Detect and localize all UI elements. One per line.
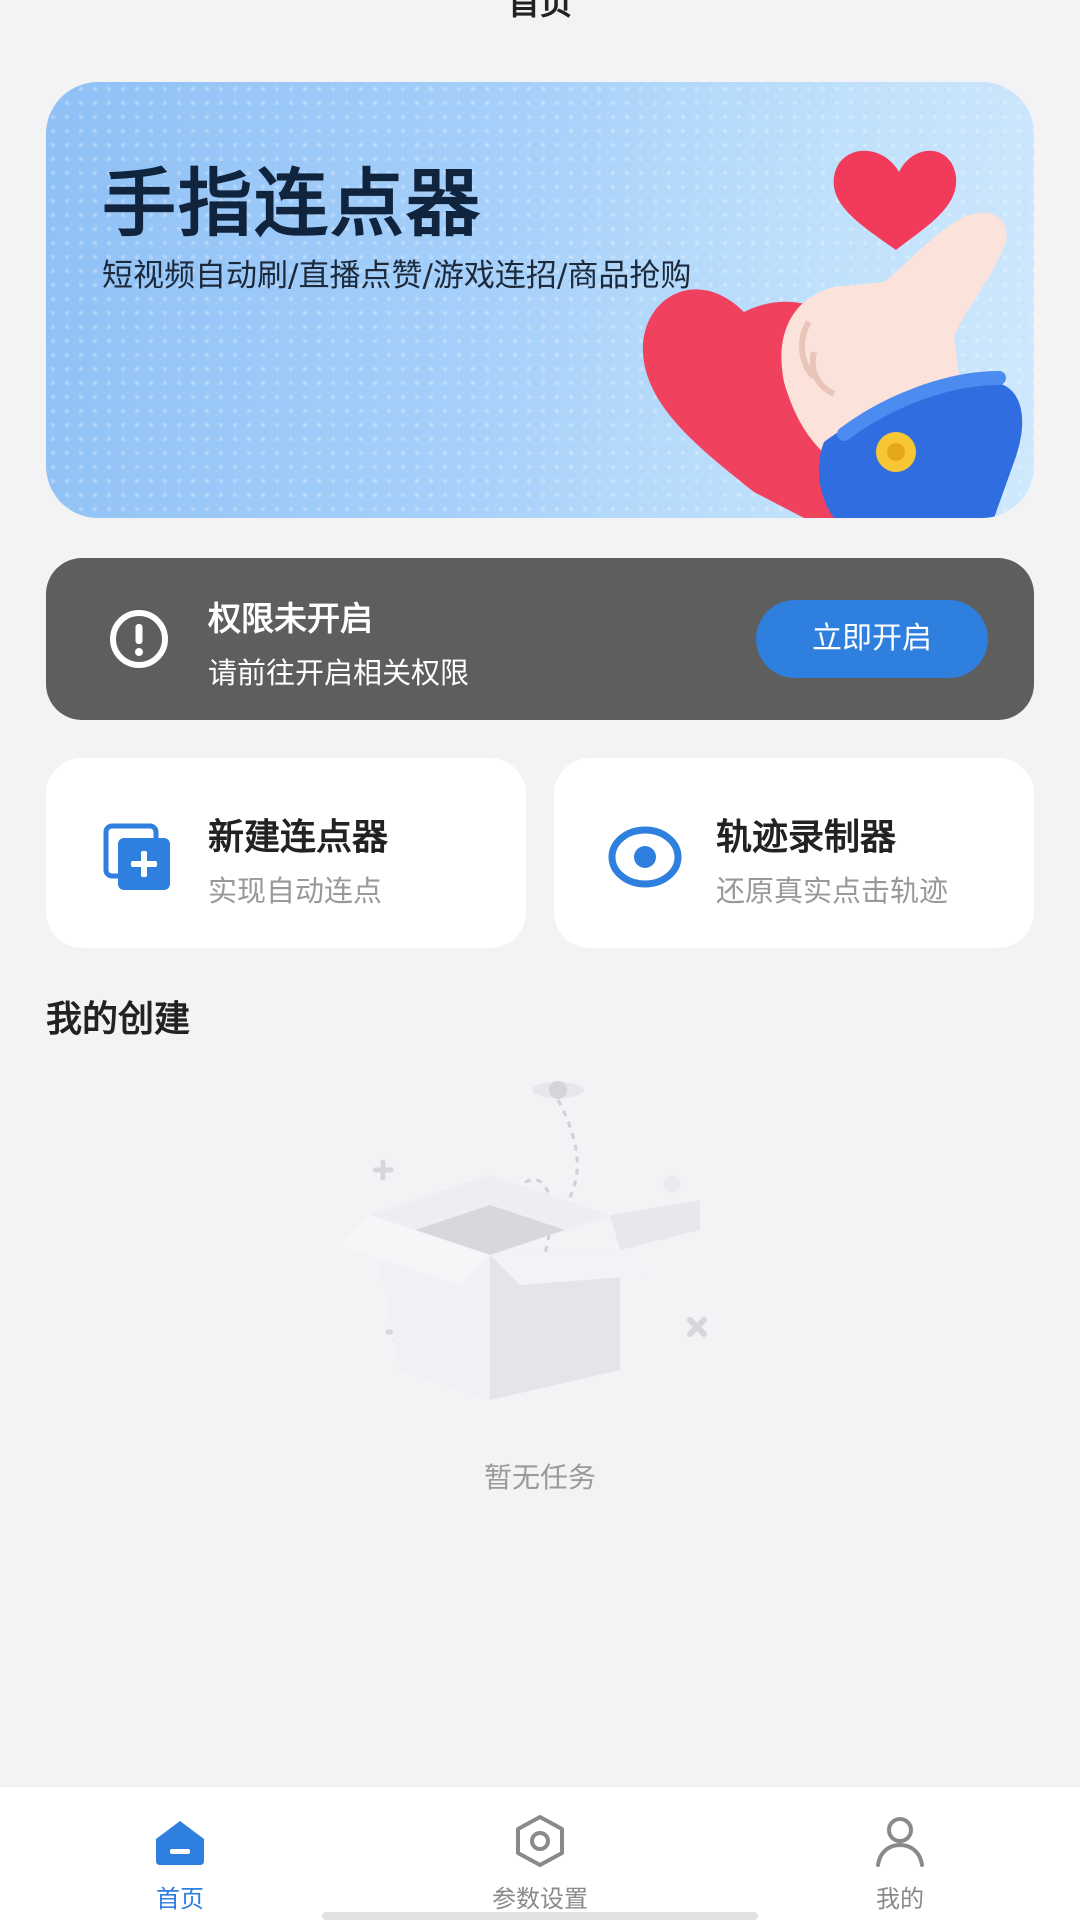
home-icon xyxy=(156,1821,204,1865)
settings-icon xyxy=(516,1815,564,1867)
nav-item-profile[interactable]: 我的 xyxy=(720,1787,1080,1920)
nav-item-home[interactable]: 首页 xyxy=(0,1787,360,1920)
new-clicker-subtitle: 实现自动连点 xyxy=(208,874,383,908)
empty-state-text: 暂无任务 xyxy=(483,1461,596,1494)
alert-icon xyxy=(110,610,168,668)
bottom-nav: 首页 参数设置 我的 xyxy=(0,1786,1080,1920)
record-icon xyxy=(608,826,682,888)
new-clicker-card[interactable]: 新建连点器 实现自动连点 xyxy=(46,758,526,948)
home-indicator xyxy=(322,1912,758,1920)
banner-title: 手指连点器 xyxy=(102,161,482,247)
page-title: 首页 xyxy=(507,0,572,22)
track-recorder-title: 轨迹录制器 xyxy=(716,817,897,858)
promo-banner[interactable]: 手指连点器 短视频自动刷/直播点赞/游戏连招/商品抢购 xyxy=(46,82,1034,518)
add-copy-icon xyxy=(103,823,170,890)
track-recorder-card[interactable]: 轨迹录制器 还原真实点击轨迹 xyxy=(554,758,1034,948)
nav-label-settings: 参数设置 xyxy=(492,1885,588,1913)
nav-item-settings[interactable]: 参数设置 xyxy=(360,1787,720,1920)
track-recorder-subtitle: 还原真实点击轨迹 xyxy=(716,874,949,908)
enable-permission-button[interactable]: 立即开启 xyxy=(756,600,988,678)
permission-card: 权限未开启 请前往开启相关权限 立即开启 xyxy=(46,558,1034,720)
empty-box-illustration xyxy=(340,1081,707,1400)
heart-hand-illustration xyxy=(642,150,1023,518)
nav-label-profile: 我的 xyxy=(876,1885,924,1913)
permission-subtitle: 请前往开启相关权限 xyxy=(208,656,470,690)
banner-subtitle: 短视频自动刷/直播点赞/游戏连招/商品抢购 xyxy=(102,258,692,294)
user-icon xyxy=(876,1817,924,1867)
permission-title: 权限未开启 xyxy=(208,599,373,638)
my-creations-title: 我的创建 xyxy=(46,999,191,1040)
nav-label-home: 首页 xyxy=(156,1885,204,1913)
new-clicker-title: 新建连点器 xyxy=(208,817,389,858)
